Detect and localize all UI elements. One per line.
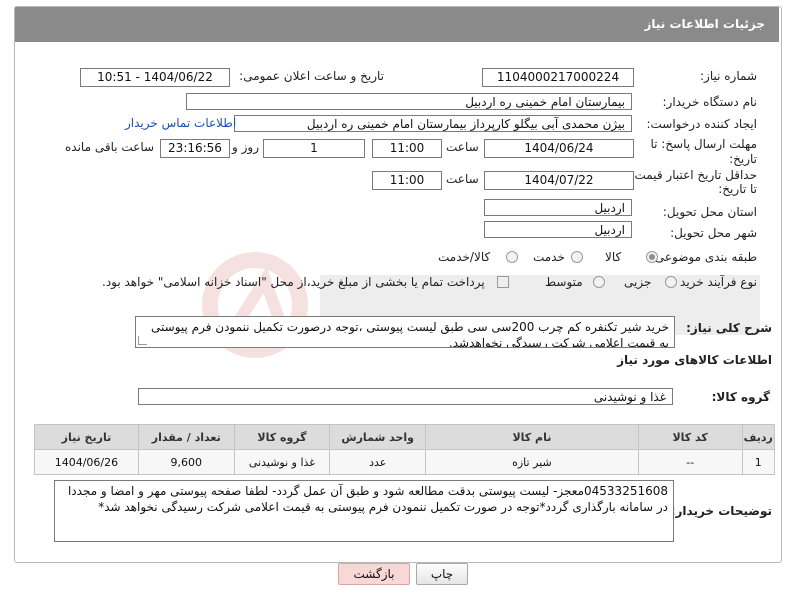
category-option-goods: کالا [605,250,622,264]
deadline-date-field: 1404/06/24 [484,139,634,158]
cell-qty: 9,600 [137,449,235,475]
deadline-time-label: ساعت [446,140,479,154]
buyer-notes-text: 04533251608معجز- لیست پیوستی بدقت مطالعه… [67,484,668,514]
validity-time-field: 11:00 [372,171,442,190]
province-label: استان محل تحویل: [662,205,757,219]
category-radio-service[interactable] [571,251,583,263]
remaining-label: ساعت باقی مانده [65,140,155,154]
contact-info-link[interactable]: اطلاعات تماس خریدار [125,116,236,130]
deadline-label-2: تاریخ: [729,152,757,166]
col-code: کد کالا [637,424,743,450]
cell-row: 1 [741,449,776,475]
panel-header: جزئیات اطلاعات نیاز [15,7,779,42]
cell-code: -- [637,449,743,475]
goods-group-label: گروه کالا: [711,390,770,404]
category-option-service: خدمت [533,250,565,264]
col-unit: واحد شمارش [329,424,427,450]
deadline-label: مهلت ارسال پاسخ: تا [650,137,757,151]
requester-label: ایجاد کننده درخواست: [646,117,757,131]
goods-group-field: غذا و نوشیدنی [138,388,673,405]
announce-label: تاریخ و ساعت اعلان عمومی: [239,69,384,83]
summary-textarea[interactable]: خرید شیر تکنفره کم چرب 200سی سی طبق لیست… [135,316,675,348]
resize-handle-icon[interactable] [138,336,147,345]
col-row: ردیف [741,424,776,450]
cell-group: غذا و نوشیدنی [233,449,331,475]
process-label: نوع فرآیند خرید : [672,275,757,289]
process-radio-minor[interactable] [665,276,677,288]
category-radio-goods-service[interactable] [506,251,518,263]
back-button[interactable]: بازگشت [338,563,410,585]
treasury-note: پرداخت تمام یا بخشی از مبلغ خرید،از محل … [102,275,485,289]
category-label: طبقه بندی موضوعی: [650,250,757,264]
print-button[interactable]: چاپ [416,563,468,585]
province-field: اردبیل [484,199,632,216]
process-radio-medium[interactable] [593,276,605,288]
need-number-label: شماره نیاز: [700,69,757,83]
remaining-time-field: 23:16:56 [160,139,230,158]
validity-date-field: 1404/07/22 [484,171,634,190]
cell-date: 1404/06/26 [34,449,139,475]
buyer-notes-label: توضیحات خریدار: [670,504,772,518]
table-row: 1 -- شیر تازه عدد غذا و نوشیدنی 9,600 14… [34,449,776,475]
requester-field: بیژن محمدی آبی بیگلو کارپرداز بیمارستان … [234,115,632,132]
category-radio-goods[interactable] [646,251,658,263]
panel-title: جزئیات اطلاعات نیاز [644,17,765,31]
need-number-field: 1104000217000224 [482,68,634,87]
announce-datetime-field: 1404/06/22 - 10:51 [80,68,230,87]
col-date: تاریخ نیاز [34,424,139,450]
process-option-medium: متوسط [545,275,583,289]
summary-label: شرح کلی نیاز: [686,321,772,335]
cell-name: شیر تازه [425,449,639,475]
table-header-row: ردیف کد کالا نام کالا واحد شمارش گروه کا… [34,424,776,450]
category-option-goods-service: کالا/خدمت [438,250,491,264]
validity-label: حداقل تاریخ اعتبار قیمت: [630,168,757,182]
city-field: اردبیل [484,221,632,238]
cell-unit: عدد [329,449,427,475]
deadline-time-field: 11:00 [372,139,442,158]
days-remaining-field: 1 [263,139,365,158]
col-qty: تعداد / مقدار [137,424,235,450]
days-label: روز و [232,140,259,154]
buyer-notes-textarea[interactable]: 04533251608معجز- لیست پیوستی بدقت مطالعه… [54,480,674,542]
items-table: ردیف کد کالا نام کالا واحد شمارش گروه کا… [34,424,776,475]
summary-text: خرید شیر تکنفره کم چرب 200سی سی طبق لیست… [151,320,669,348]
validity-label-2: تا تاریخ: [718,182,757,196]
city-label: شهر محل تحویل: [670,226,757,240]
col-group: گروه کالا [233,424,331,450]
process-option-minor: جزیی [624,275,652,289]
treasury-checkbox[interactable] [497,276,509,288]
col-name: نام کالا [425,424,639,450]
validity-time-label: ساعت [446,172,479,186]
buyer-org-field: بیمارستان امام خمینی ره اردبیل [186,93,632,110]
goods-section-title: اطلاعات کالاهای مورد نیاز [617,353,772,367]
buyer-org-label: نام دستگاه خریدار: [662,95,758,109]
